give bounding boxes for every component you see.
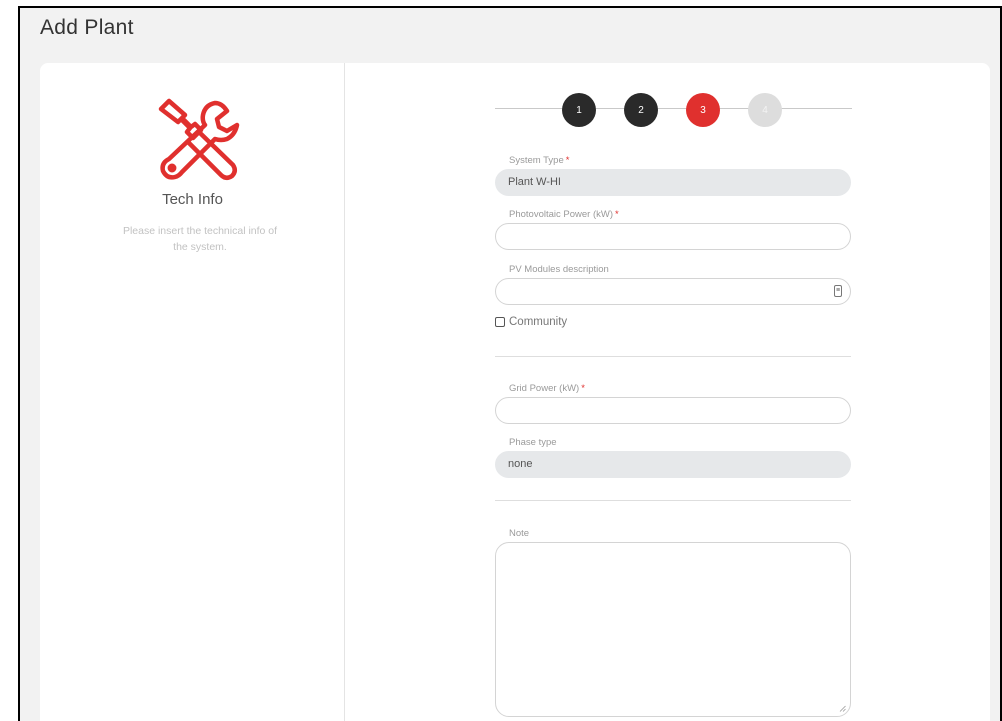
community-checkbox[interactable] [495, 317, 505, 327]
step-1[interactable]: 1 [562, 93, 596, 127]
step-3[interactable]: 3 [686, 93, 720, 127]
required-marker: * [615, 209, 619, 220]
phase-type-label: Phase type [509, 437, 557, 448]
grid-power-input[interactable] [495, 397, 851, 424]
pv-modules-input[interactable]: ≡ [495, 278, 851, 305]
required-marker: * [565, 155, 570, 166]
grid-power-label: Grid Power (kW) * [509, 383, 585, 394]
panel-title: Tech Info [162, 191, 223, 208]
community-label: Community [509, 316, 568, 328]
note-textarea[interactable] [495, 542, 851, 717]
community-checkbox-row[interactable]: Community [495, 316, 567, 328]
system-type-label: System Type * [509, 155, 570, 166]
step-4[interactable]: 4 [748, 93, 782, 127]
pv-modules-label: PV Modules description [509, 264, 609, 275]
pv-power-label: Photovoltaic Power (kW) * [509, 209, 619, 220]
system-type-field: Plant W-HI [495, 169, 851, 196]
info-panel: Tech Info Please insert the technical in… [40, 63, 345, 721]
form-card: Tech Info Please insert the technical in… [40, 63, 990, 721]
pv-power-input[interactable] [495, 223, 851, 250]
panel-description: Please insert the technical info of the … [122, 225, 278, 254]
section-divider [495, 500, 851, 501]
tools-icon [158, 98, 240, 180]
step-2[interactable]: 2 [624, 93, 658, 127]
progress-stepper: 1 2 3 4 [495, 91, 852, 127]
resize-grip-icon[interactable] [839, 705, 846, 712]
page-title: Add Plant [40, 16, 134, 39]
section-divider [495, 356, 851, 357]
stepper-line [495, 108, 852, 109]
phase-type-select[interactable]: none [495, 451, 851, 478]
required-marker: * [581, 383, 585, 394]
app-frame: Add Plant Tech Info Please insert the te… [18, 6, 1002, 721]
note-label: Note [509, 528, 530, 539]
text-field-icon[interactable]: ≡ [834, 285, 842, 297]
